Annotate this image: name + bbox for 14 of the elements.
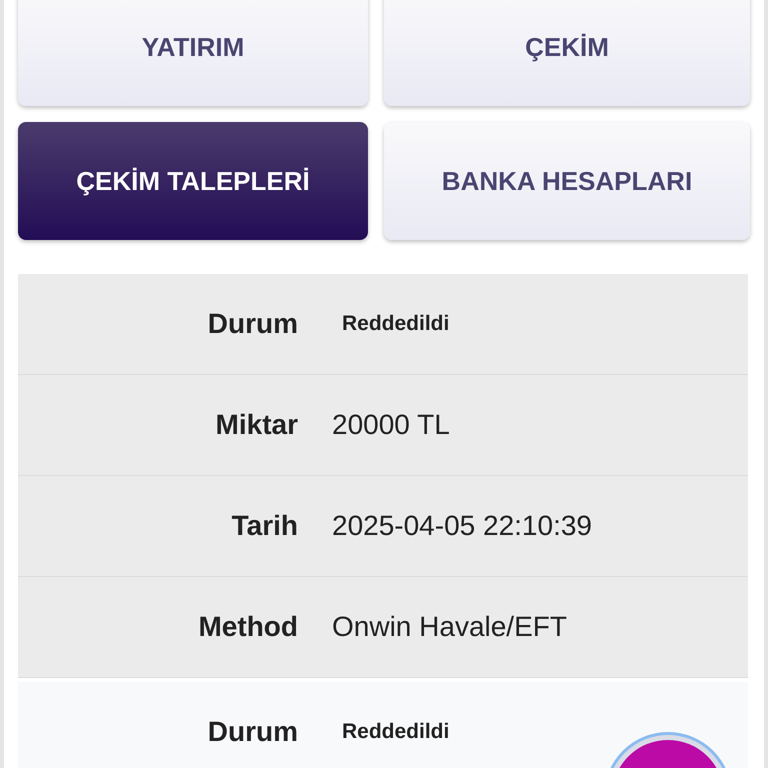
tab[interactable]: YATIRIM xyxy=(18,0,368,106)
tab[interactable]: ÇEKİM xyxy=(384,0,750,106)
field-label: Tarih xyxy=(230,510,298,542)
status-value: Reddedildi xyxy=(342,312,450,336)
field-value: Onwin Havale/EFT xyxy=(332,611,567,643)
field-label: Method xyxy=(197,611,298,643)
status-value: Reddedildi xyxy=(342,720,450,744)
tab[interactable]: BANKA HESAPLARI xyxy=(384,122,750,240)
field-value: 2025-04-05 22:10:39 xyxy=(332,510,592,542)
tab[interactable]: ÇEKİM TALEPLERİ xyxy=(18,122,368,240)
field-label: Durum xyxy=(206,716,298,748)
field-value: 20000 TL xyxy=(332,409,450,441)
field-label: Miktar xyxy=(214,409,298,441)
field-label: Durum xyxy=(206,308,298,340)
